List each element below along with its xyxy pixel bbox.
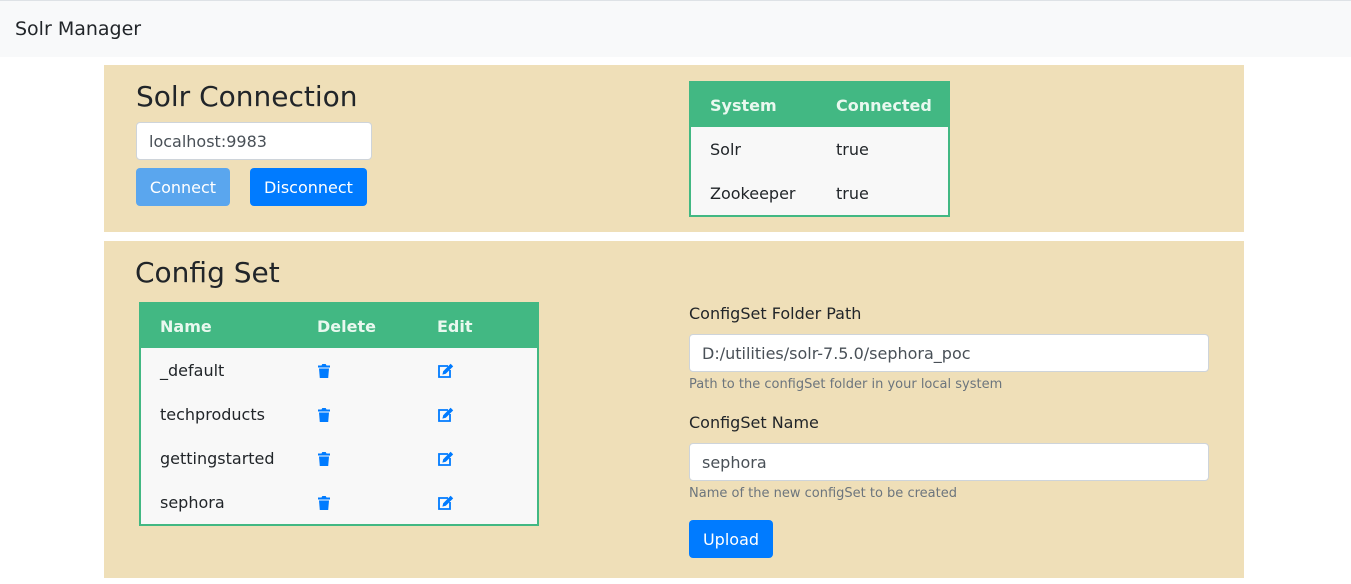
table-row: gettingstarted bbox=[141, 436, 537, 480]
configset-name-cell: techproducts bbox=[160, 404, 265, 424]
trash-icon[interactable] bbox=[317, 495, 331, 511]
table-row: Solr true bbox=[691, 127, 948, 171]
edit-cell bbox=[418, 392, 537, 436]
column-header-delete: Delete bbox=[298, 304, 418, 348]
configset-folder-input[interactable] bbox=[689, 334, 1209, 372]
connected-cell: true bbox=[836, 139, 869, 159]
disconnect-button[interactable]: Disconnect bbox=[250, 168, 367, 206]
edit-cell bbox=[418, 348, 537, 392]
solr-connection-title: Solr Connection bbox=[136, 80, 358, 113]
column-header-system: System bbox=[691, 83, 817, 127]
connection-status-table: System Connected Solr true Zookeeper tru… bbox=[689, 81, 950, 217]
edit-cell bbox=[418, 480, 537, 524]
column-header-connected: Connected bbox=[817, 83, 948, 127]
table-row: _default bbox=[141, 348, 537, 392]
edit-icon[interactable] bbox=[437, 451, 455, 467]
configset-folder-label: ConfigSet Folder Path bbox=[689, 304, 862, 323]
navbar-brand[interactable]: Solr Manager bbox=[15, 18, 141, 40]
configset-name-input[interactable] bbox=[689, 443, 1209, 481]
delete-cell bbox=[298, 392, 418, 436]
solr-connection-panel: Solr Connection Connect Disconnect Syste… bbox=[104, 65, 1244, 232]
table-row: Zookeeper true bbox=[691, 171, 948, 215]
configset-name-cell: _default bbox=[160, 360, 225, 380]
delete-cell bbox=[298, 348, 418, 392]
configset-name-cell: sephora bbox=[160, 492, 225, 512]
column-header-edit: Edit bbox=[418, 304, 537, 348]
trash-icon[interactable] bbox=[317, 363, 331, 379]
navbar: Solr Manager bbox=[0, 0, 1351, 57]
table-row: techproducts bbox=[141, 392, 537, 436]
edit-icon[interactable] bbox=[437, 495, 455, 511]
edit-icon[interactable] bbox=[437, 363, 455, 379]
upload-button[interactable]: Upload bbox=[689, 520, 773, 558]
configset-table: Name Delete Edit _default techproducts get… bbox=[139, 302, 539, 526]
system-cell: Solr bbox=[710, 139, 741, 159]
edit-icon[interactable] bbox=[437, 407, 455, 423]
solr-host-input[interactable] bbox=[136, 122, 372, 160]
column-header-name: Name bbox=[141, 304, 298, 348]
configset-name-help: Name of the new configSet to be created bbox=[689, 486, 957, 501]
delete-cell bbox=[298, 480, 418, 524]
system-cell: Zookeeper bbox=[710, 183, 796, 203]
table-row: sephora bbox=[141, 480, 537, 524]
delete-cell bbox=[298, 436, 418, 480]
connect-button[interactable]: Connect bbox=[136, 168, 230, 206]
configset-name-label: ConfigSet Name bbox=[689, 413, 819, 432]
connected-cell: true bbox=[836, 183, 869, 203]
configset-folder-help: Path to the configSet folder in your loc… bbox=[689, 377, 1003, 392]
config-set-panel: Config Set Name Delete Edit _defaulttech… bbox=[104, 241, 1244, 578]
trash-icon[interactable] bbox=[317, 407, 331, 423]
trash-icon[interactable] bbox=[317, 451, 331, 467]
config-set-title: Config Set bbox=[135, 256, 280, 289]
edit-cell bbox=[418, 436, 537, 480]
configset-name-cell: gettingstarted bbox=[160, 448, 275, 468]
